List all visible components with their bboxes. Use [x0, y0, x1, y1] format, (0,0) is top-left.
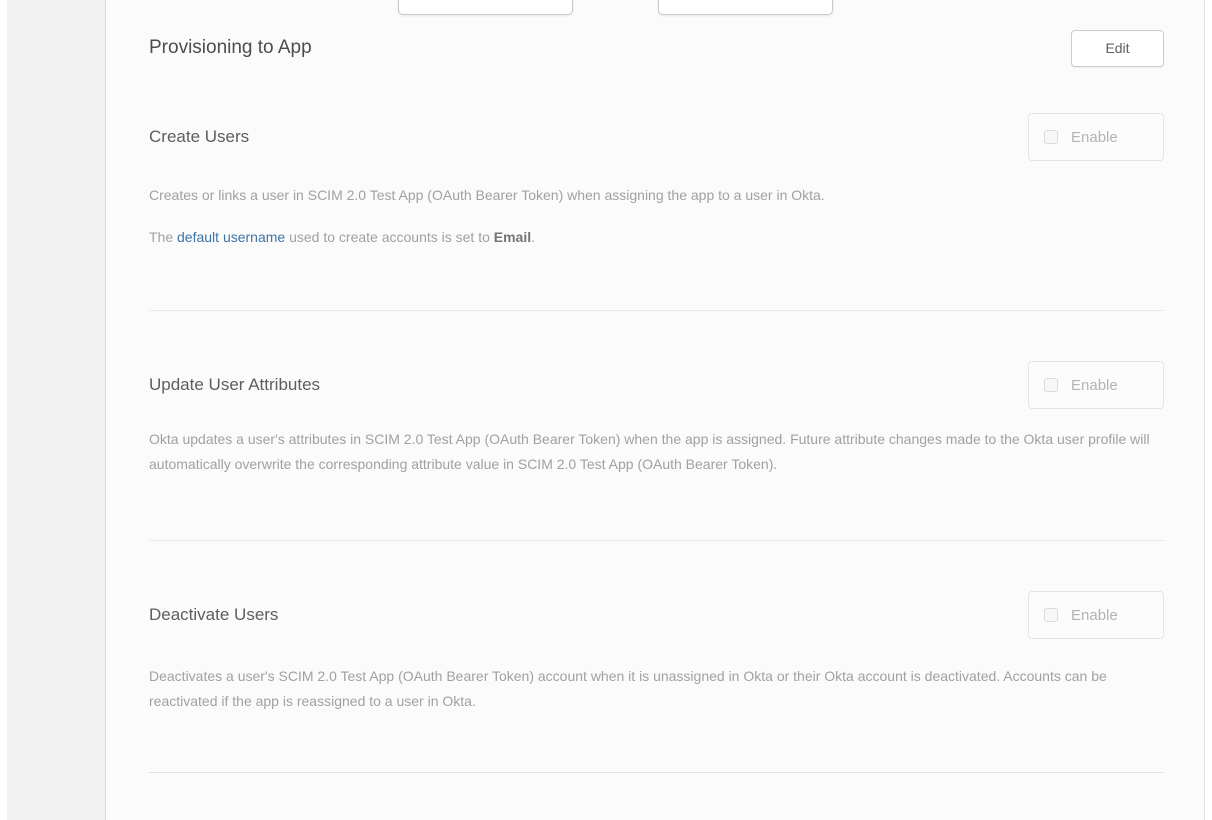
section-divider	[149, 540, 1164, 541]
note-suffix: .	[531, 229, 535, 245]
note-middle: used to create accounts is set to	[285, 229, 494, 245]
page-title: Provisioning to App	[149, 37, 312, 59]
cropped-input-left[interactable]	[398, 0, 573, 15]
enable-toggle-create-users[interactable]: Enable	[1028, 113, 1164, 161]
default-username-note: The default username used to create acco…	[149, 225, 1164, 250]
section-title-update-user-attributes: Update User Attributes	[149, 375, 320, 395]
section-deactivate-users: Deactivate Users Enable	[149, 590, 1164, 640]
enable-checkbox-update-user-attributes[interactable]	[1044, 378, 1058, 392]
section-title-create-users: Create Users	[149, 127, 249, 147]
provisioning-settings-panel: Provisioning to App Edit Create Users En…	[107, 0, 1205, 820]
enable-label: Enable	[1071, 377, 1118, 394]
enable-label: Enable	[1071, 129, 1118, 146]
edit-button[interactable]: Edit	[1071, 30, 1164, 67]
section-divider	[149, 310, 1164, 311]
note-prefix: The	[149, 229, 177, 245]
section-update-user-attributes: Update User Attributes Enable	[149, 360, 1164, 410]
update-user-attributes-description: Okta updates a user's attributes in SCIM…	[149, 427, 1164, 477]
section-divider	[149, 772, 1164, 773]
enable-toggle-deactivate-users[interactable]: Enable	[1028, 591, 1164, 639]
default-username-link[interactable]: default username	[177, 229, 285, 245]
deactivate-users-description: Deactivates a user's SCIM 2.0 Test App (…	[149, 664, 1164, 714]
enable-toggle-update-user-attributes[interactable]: Enable	[1028, 361, 1164, 409]
create-users-description: Creates or links a user in SCIM 2.0 Test…	[149, 183, 1164, 208]
section-create-users: Create Users Enable	[149, 112, 1164, 162]
section-title-deactivate-users: Deactivate Users	[149, 605, 278, 625]
note-username-value: Email	[494, 229, 531, 245]
sidebar-panel	[7, 0, 106, 820]
cropped-input-right[interactable]	[658, 0, 833, 15]
enable-checkbox-create-users[interactable]	[1044, 130, 1058, 144]
enable-checkbox-deactivate-users[interactable]	[1044, 608, 1058, 622]
provisioning-header: Provisioning to App Edit	[149, 28, 1164, 68]
enable-label: Enable	[1071, 607, 1118, 624]
